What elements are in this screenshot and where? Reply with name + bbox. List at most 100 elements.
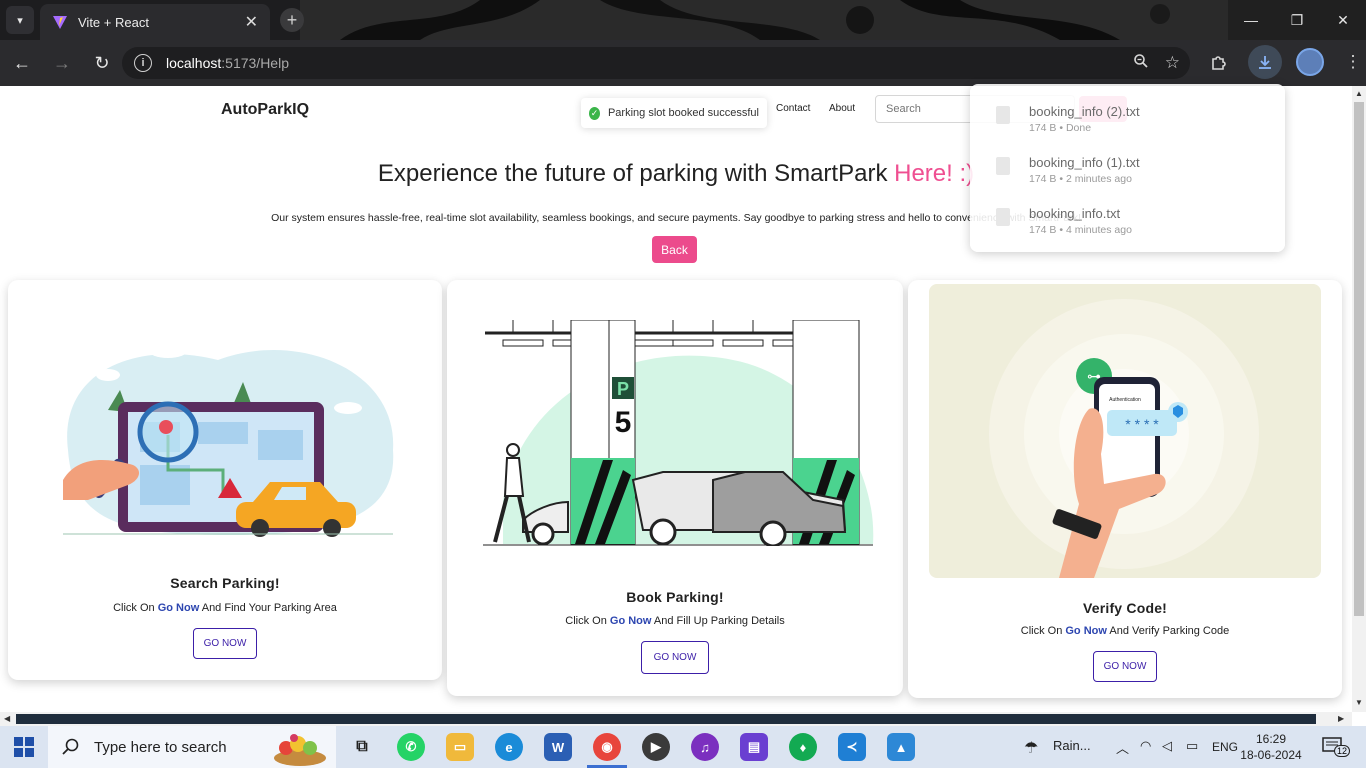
vertical-scrollbar[interactable]: ▲ ▼ [1352,86,1366,712]
map-search-illustration [63,342,394,537]
minimize-button[interactable]: — [1228,0,1274,40]
windows-start-icon[interactable] [14,737,34,757]
card-title: Search Parking! [170,575,280,591]
mongodb-compass-icon[interactable]: ♦ [789,733,817,761]
nav-link-contact[interactable]: Contact [776,103,810,114]
download-meta: 174 B • Done [1029,122,1092,134]
file-icon [996,157,1010,175]
downloads-icon[interactable] [1248,45,1282,79]
desc-suffix: And Find Your Parking Area [199,602,337,614]
file-explorer-icon[interactable]: ▭ [446,733,474,761]
new-tab-button[interactable]: + [280,8,304,32]
card-search-parking: Search Parking! Click On Go Now And Find… [8,280,442,680]
horizontal-scrollbar[interactable]: ◀ ▶ [0,712,1352,726]
close-window-button[interactable]: ✕ [1320,0,1366,40]
vscode-icon[interactable]: ≺ [838,733,866,761]
photos-icon[interactable]: ▲ [887,733,915,761]
download-item[interactable]: booking_info.txt 174 B • 4 minutes ago [970,204,1285,254]
download-meta: 174 B • 2 minutes ago [1029,173,1132,185]
address-bar[interactable]: i localhost:5173/Help ☆ [122,47,1190,79]
card-description: Click On Go Now And Verify Parking Code [908,625,1342,637]
window-controls: — ❐ ✕ [1228,0,1366,40]
system-clock[interactable]: 16:29 18-06-2024 [1236,731,1306,763]
network-icon[interactable]: ◠ [1140,738,1151,754]
browser-tab-bar: ▾ Vite + React ✕ + — ❐ ✕ [0,0,1366,40]
card-title: Verify Code! [1082,600,1168,616]
brand-logo[interactable]: AutoParkIQ [221,101,309,119]
file-icon [996,106,1010,124]
parking-garage-illustration: P 5 [483,320,874,546]
check-circle-icon: ✓ [589,106,600,120]
weather-icon[interactable]: ☂ [1024,738,1038,758]
vertical-scroll-thumb[interactable] [1354,102,1364,616]
scroll-up-arrow-icon[interactable]: ▲ [1355,89,1363,98]
video-editor-icon[interactable]: ▤ [740,733,768,761]
vite-favicon-icon [53,16,67,29]
go-now-link[interactable]: Go Now [1065,625,1107,637]
audio-app-icon[interactable]: ♫ [691,733,719,761]
bookmark-star-icon[interactable]: ☆ [1165,53,1180,74]
card-description: Click On Go Now And Find Your Parking Ar… [8,602,442,614]
reload-button[interactable]: ↻ [84,45,120,81]
task-view-icon[interactable]: ⧉ [348,733,376,761]
back-nav-button[interactable]: ← [4,45,40,81]
download-item[interactable]: booking_info (1).txt 174 B • 2 minutes a… [970,153,1285,203]
pin-mask: * * * * [1125,416,1159,432]
site-info-icon[interactable]: i [134,54,152,72]
media-player-icon[interactable]: ▶ [642,733,670,761]
browser-toolbar: ← → ↻ i localhost:5173/Help ☆ ⋮ [0,40,1366,86]
notifications-icon[interactable]: 12 [1322,736,1351,757]
downloads-popup: booking_info (2).txt 174 B • Done bookin… [970,84,1285,252]
go-now-link[interactable]: Go Now [158,602,200,614]
url-host: localhost [166,55,222,71]
taskbar-search-box[interactable]: Type here to search [48,726,336,768]
browser-menu-icon[interactable]: ⋮ [1338,45,1366,79]
horizontal-scroll-thumb[interactable] [16,714,1316,724]
scroll-left-arrow-icon[interactable]: ◀ [4,714,10,723]
close-tab-icon[interactable]: ✕ [245,12,258,32]
profile-avatar[interactable] [1296,48,1324,76]
phone-auth-illustration: ⊶ Authentication * * * * [929,284,1321,578]
language-indicator[interactable]: ENG [1212,740,1238,754]
go-now-button[interactable]: GO NOW [641,641,709,674]
tab-vite-react[interactable]: Vite + React ✕ [40,4,270,40]
clock-date: 18-06-2024 [1240,748,1302,762]
volume-icon[interactable]: ◁ [1162,738,1172,754]
edge-icon[interactable]: e [495,733,523,761]
extensions-puzzle-icon[interactable] [1204,45,1234,79]
fruit-basket-icon [274,734,326,766]
notification-count: 12 [1334,745,1351,757]
card-description: Click On Go Now And Fill Up Parking Deta… [447,615,903,627]
chrome-icon[interactable]: ◉ [593,733,621,761]
download-item[interactable]: booking_info (2).txt 174 B • Done [970,102,1285,152]
card-book-parking: P 5 Book Parking! Click On Go Now And Fi… [447,280,903,696]
word-icon[interactable]: W [544,733,572,761]
scroll-right-arrow-icon[interactable]: ▶ [1338,714,1344,723]
file-icon [996,208,1010,226]
go-now-button[interactable]: GO NOW [1093,651,1157,682]
weather-text[interactable]: Rain... [1053,738,1091,753]
scroll-down-arrow-icon[interactable]: ▼ [1355,698,1363,707]
url-path: :5173/Help [221,55,289,71]
tab-search-button[interactable]: ▾ [6,6,34,34]
go-now-button[interactable]: GO NOW [193,628,257,659]
forward-nav-button[interactable]: → [44,45,80,81]
restore-button[interactable]: ❐ [1274,0,1320,40]
tab-title: Vite + React [78,14,149,30]
show-hidden-icons-icon[interactable]: ︿ [1116,738,1129,757]
card-verify-code: ⊶ Authentication * * * * Verify Code! Cl… [908,280,1342,698]
card-title: Book Parking! [626,589,724,605]
hero-title-accent: Here! :) [894,160,975,187]
auth-label: Authentication [1109,397,1141,403]
theme-artwork [300,0,1230,40]
go-now-link[interactable]: Go Now [610,615,652,627]
download-filename: booking_info.txt [1029,206,1121,221]
back-button[interactable]: Back [652,236,697,263]
hero-title-main: Experience the future of parking with Sm… [377,160,895,187]
zoom-icon[interactable] [1133,53,1149,74]
taskbar-search-text: Type here to search [94,738,227,756]
nav-link-about[interactable]: About [829,103,855,114]
toast-message: Parking slot booked successful [607,107,759,119]
whatsapp-icon[interactable]: ✆ [397,733,425,761]
battery-icon[interactable]: ▭ [1186,738,1198,754]
